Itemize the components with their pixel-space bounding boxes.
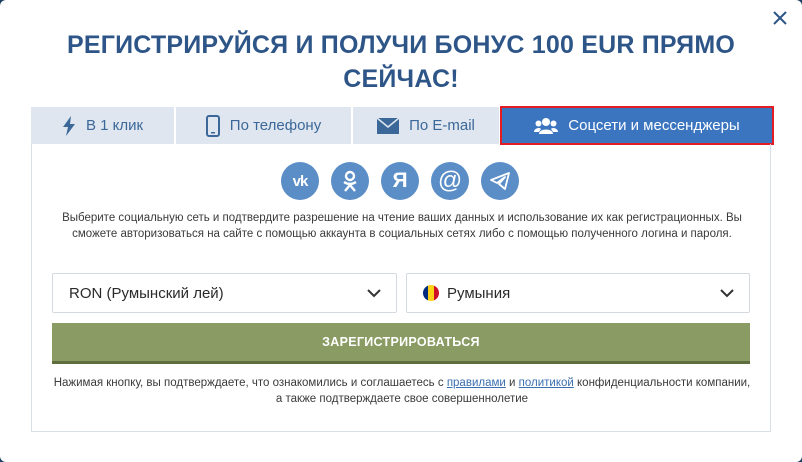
vk-icon: vk bbox=[292, 172, 309, 190]
rules-link[interactable]: правилами bbox=[447, 377, 506, 389]
consent-part1: Нажимая кнопку, вы подтверждаете, что оз… bbox=[53, 377, 447, 389]
chevron-down-icon bbox=[720, 289, 734, 298]
envelope-icon bbox=[377, 117, 400, 134]
telegram-icon bbox=[490, 172, 510, 190]
currency-value: RON (Румынский лей) bbox=[69, 284, 224, 302]
currency-select[interactable]: RON (Румынский лей) bbox=[52, 273, 397, 313]
odnoklassniki-button[interactable] bbox=[331, 162, 369, 200]
telegram-button[interactable] bbox=[481, 162, 519, 200]
tab-label: По телефону bbox=[229, 117, 322, 134]
vk-button[interactable]: vk bbox=[281, 162, 319, 200]
policy-link[interactable]: политикой bbox=[519, 377, 574, 389]
tab-one-click[interactable]: В 1 клик bbox=[31, 107, 176, 144]
romania-flag-icon bbox=[423, 285, 439, 301]
country-value: Румыния bbox=[447, 284, 511, 302]
close-button[interactable] bbox=[770, 8, 790, 28]
chevron-down-icon bbox=[367, 289, 381, 298]
lightning-icon bbox=[62, 115, 76, 136]
modal-title: РЕГИСТРИРУЙСЯ И ПОЛУЧИ БОНУС 100 EUR ПРЯ… bbox=[66, 31, 736, 93]
phone-icon bbox=[205, 114, 220, 137]
close-icon bbox=[773, 11, 787, 25]
tab-label: По E-mail bbox=[409, 117, 475, 134]
consent-text: Нажимая кнопку, вы подтверждаете, что оз… bbox=[52, 375, 752, 407]
yandex-button[interactable]: Я bbox=[381, 162, 419, 200]
users-icon bbox=[534, 117, 559, 135]
mail-button[interactable]: @ bbox=[431, 162, 469, 200]
country-select[interactable]: Румыния bbox=[406, 273, 750, 313]
mail-icon: @ bbox=[437, 167, 463, 194]
tab-phone[interactable]: По телефону bbox=[176, 107, 353, 144]
consent-and: и bbox=[505, 377, 519, 389]
tab-email[interactable]: По E-mail bbox=[353, 107, 501, 144]
yandex-icon: Я bbox=[392, 169, 408, 192]
registration-tabs: В 1 клик По телефону По E-mail Соцсети и… bbox=[31, 106, 774, 145]
registration-modal: РЕГИСТРИРУЙСЯ И ПОЛУЧИ БОНУС 100 EUR ПРЯ… bbox=[0, 0, 802, 462]
social-networks: vk Я @ bbox=[281, 162, 519, 200]
socials-description: Выберите социальную сеть и подтвердите р… bbox=[62, 212, 742, 240]
tab-label: Соцсети и мессенджеры bbox=[568, 117, 740, 134]
register-button[interactable]: ЗАРЕГИСТРИРОВАТЬСЯ bbox=[52, 323, 750, 364]
tab-label: В 1 клик bbox=[85, 117, 144, 134]
odnoklassniki-icon bbox=[343, 170, 357, 192]
tab-socials[interactable]: Соцсети и мессенджеры bbox=[500, 106, 774, 145]
